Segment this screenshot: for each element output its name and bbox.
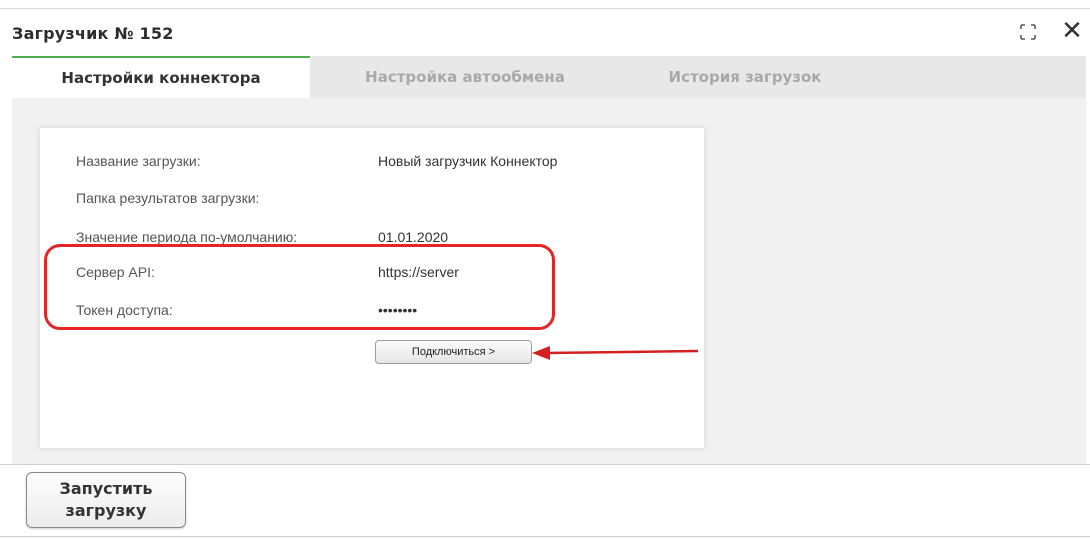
close-icon[interactable]: ✕	[1058, 17, 1086, 45]
highlight-box	[44, 244, 555, 330]
arrow-icon	[532, 346, 699, 360]
window-title: Загрузчик № 152	[12, 24, 174, 43]
name-value[interactable]: Новый загрузчик Коннектор	[378, 153, 557, 169]
start-load-label-line1: Запустить	[59, 479, 153, 498]
folder-label: Папка результатов загрузки:	[76, 190, 260, 206]
bottom-border	[0, 536, 1090, 537]
loader-window: Загрузчик № 152 ✕ Настройки коннектора Н…	[0, 0, 1090, 539]
start-load-button[interactable]: Запустить загрузку	[26, 472, 186, 528]
tab-autoexchange-settings[interactable]: Настройка автообмена	[330, 56, 600, 98]
footer-divider	[0, 464, 1090, 465]
connect-button[interactable]: Подключиться >	[375, 340, 532, 364]
top-border	[0, 8, 1090, 9]
start-load-label-line2: загрузку	[65, 501, 147, 520]
expand-icon[interactable]	[1018, 22, 1038, 42]
period-value[interactable]: 01.01.2020	[378, 229, 448, 245]
name-label: Название загрузки:	[76, 153, 201, 169]
tab-load-history[interactable]: История загрузок	[630, 56, 860, 98]
period-label: Значение периода по-умолчанию:	[76, 229, 298, 245]
tab-connector-settings[interactable]: Настройки коннектора	[12, 56, 310, 98]
